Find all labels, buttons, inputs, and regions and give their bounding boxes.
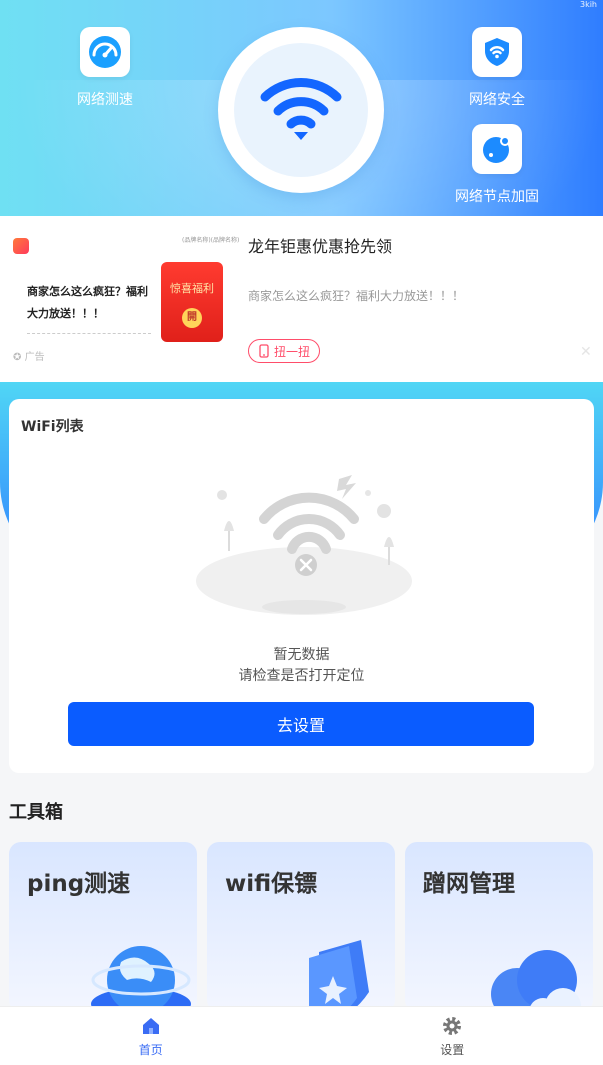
nav-settings[interactable]: 设置 <box>302 1007 603 1065</box>
network-security-label: 网络安全 <box>469 92 525 108</box>
network-speed-label: 网络测速 <box>77 92 133 108</box>
phone-shake-icon <box>259 344 269 358</box>
ad-close-icon[interactable]: ✕ <box>580 344 592 360</box>
globe-icon <box>91 946 191 1012</box>
nav-settings-label: 设置 <box>440 1042 465 1057</box>
toolbox-title: 工具箱 <box>9 802 63 823</box>
gear-icon <box>443 1016 462 1035</box>
wifi-list-card: WiFi列表 暂无数据 请检查是否打开定位 去设置 <box>9 399 594 773</box>
shield-star-icon <box>309 940 369 1012</box>
ad-tag-label: 广告 <box>24 352 45 363</box>
node-accelerate-tile[interactable] <box>472 124 522 174</box>
wifi-status-inner <box>234 43 368 177</box>
nav-home[interactable]: 首页 <box>0 1007 302 1065</box>
speedometer-icon <box>89 36 121 68</box>
red-packet-title: 惊喜福利 <box>170 282 214 295</box>
tool-card-wifi-guard[interactable]: wifi保镖 <box>207 842 395 1012</box>
tool-wifi-guard-label: wifi保镖 <box>225 871 318 897</box>
hero-banner: 3kih 网络测速 网络安全 网络节点加固 <box>0 0 603 216</box>
tool-card-rub-net[interactable]: 蹭网管理 <box>405 842 593 1012</box>
go-settings-button[interactable]: 去设置 <box>68 702 534 746</box>
feature-node-accelerate[interactable]: 网络节点加固 <box>442 124 552 206</box>
ad-info-icon: ✪ <box>13 352 22 363</box>
empty-wifi-illustration-icon <box>196 475 412 615</box>
empty-state-hint: 请检查是否打开定位 <box>238 668 365 684</box>
wifi-list-title: WiFi列表 <box>21 419 84 435</box>
nav-home-label: 首页 <box>138 1042 163 1057</box>
bottom-navigation: 首页 设置 <box>0 1006 603 1065</box>
tool-rub-net-label: 蹭网管理 <box>423 871 515 897</box>
ad-small-caption: (品牌名称)(品牌名称) <box>182 237 240 244</box>
twist-button[interactable]: 扭一扭 <box>248 339 320 363</box>
empty-state-title: 暂无数据 <box>273 647 330 663</box>
ad-app-logo-icon <box>13 238 29 254</box>
network-security-tile[interactable] <box>472 27 522 77</box>
cloud-icon <box>491 950 581 1012</box>
wifi-status-circle[interactable] <box>218 27 384 193</box>
ad-tag: ✪ 广告 <box>13 348 45 363</box>
twist-button-label: 扭一扭 <box>273 344 310 359</box>
home-icon <box>142 1017 159 1034</box>
feature-network-speed[interactable]: 网络测速 <box>50 27 160 109</box>
wifi-icon <box>260 78 342 140</box>
node-icon <box>483 136 510 163</box>
ad-title[interactable]: 龙年钜惠优惠抢先领 <box>248 233 392 257</box>
feature-network-security[interactable]: 网络安全 <box>442 27 552 109</box>
network-speed-tile[interactable] <box>80 27 130 77</box>
ad-description: 商家怎么这么疯狂？福利大力放送！！！ <box>248 289 465 303</box>
red-packet-image[interactable]: 惊喜福利 開 <box>161 262 223 342</box>
node-accelerate-label: 网络节点加固 <box>455 189 539 205</box>
red-packet-coin-icon: 開 <box>182 308 202 328</box>
shield-icon <box>485 38 509 66</box>
tool-ping-label: ping测速 <box>27 871 131 897</box>
status-corner-text: 3kih <box>579 0 597 9</box>
tool-card-ping[interactable]: ping测速 <box>9 842 197 1012</box>
ad-divider <box>27 333 151 334</box>
ad-left-text: 商家怎么这么疯狂？福利大力放送！！！ <box>27 285 148 320</box>
